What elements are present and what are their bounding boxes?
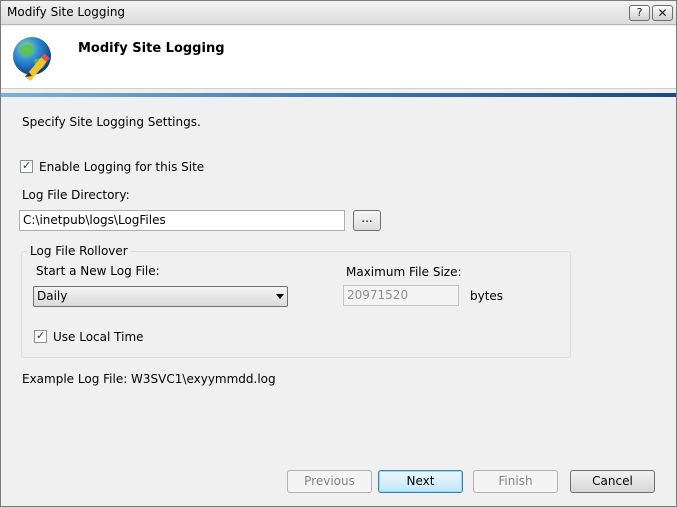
start-new-log-label: Start a New Log File: bbox=[36, 264, 160, 278]
close-icon: ✕ bbox=[657, 6, 668, 20]
checkmark-icon: ✓ bbox=[36, 329, 46, 342]
browse-button[interactable]: ... bbox=[353, 210, 381, 231]
close-button[interactable]: ✕ bbox=[652, 5, 673, 21]
intro-text: Specify Site Logging Settings. bbox=[22, 115, 201, 129]
use-local-time-checkbox[interactable]: ✓ bbox=[34, 329, 47, 343]
use-local-time-label[interactable]: Use Local Time bbox=[53, 330, 144, 344]
wizard-header: Modify Site Logging bbox=[1, 26, 676, 89]
finish-button[interactable]: Finish bbox=[473, 470, 558, 493]
max-file-size-label: Maximum File Size: bbox=[346, 265, 462, 279]
enable-logging-label[interactable]: Enable Logging for this Site bbox=[39, 160, 204, 174]
enable-logging-checkbox[interactable]: ✓ bbox=[20, 159, 33, 173]
header-accent-line bbox=[1, 93, 676, 97]
dropdown-value: Daily bbox=[37, 289, 68, 303]
header-title: Modify Site Logging bbox=[78, 41, 225, 56]
cancel-button[interactable]: Cancel bbox=[570, 470, 655, 493]
title-bar[interactable]: Modify Site Logging ? ✕ bbox=[1, 1, 676, 25]
previous-button[interactable]: Previous bbox=[287, 470, 372, 493]
help-icon: ? bbox=[636, 6, 643, 19]
globe-pencil-icon bbox=[13, 37, 51, 81]
bytes-label: bytes bbox=[470, 289, 504, 303]
chevron-down-icon bbox=[276, 294, 284, 299]
start-new-log-dropdown[interactable]: Daily bbox=[33, 286, 288, 307]
rollover-legend: Log File Rollover bbox=[27, 244, 131, 258]
window-title: Modify Site Logging bbox=[7, 5, 126, 19]
checkmark-icon: ✓ bbox=[22, 159, 32, 172]
log-dir-label: Log File Directory: bbox=[22, 188, 130, 202]
help-button[interactable]: ? bbox=[629, 5, 650, 21]
log-dir-input[interactable]: C:\inetpub\logs\LogFiles bbox=[19, 210, 345, 231]
example-log-file-text: Example Log File: W3SVC1\exyymmdd.log bbox=[22, 372, 276, 386]
dialog-window: Modify Site Logging ? ✕ Modify Site Logg bbox=[0, 0, 677, 507]
max-file-size-input[interactable]: 20971520 bbox=[343, 285, 459, 306]
next-button[interactable]: Next bbox=[378, 470, 463, 493]
